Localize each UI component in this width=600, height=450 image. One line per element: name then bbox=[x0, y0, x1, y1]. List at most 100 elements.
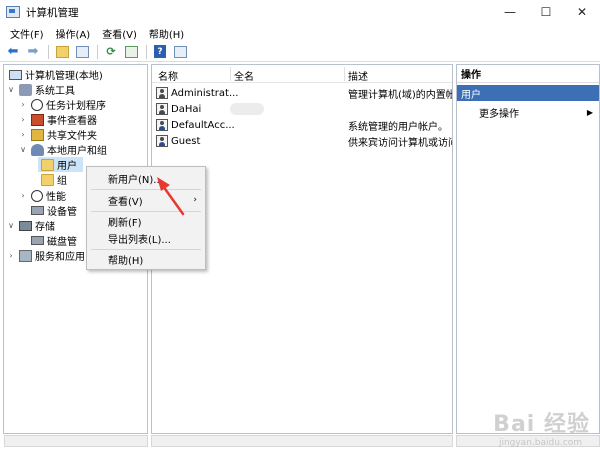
list-horizontal-scrollbar[interactable] bbox=[151, 435, 453, 447]
tree-item-services-applications[interactable]: › 服务和应用 bbox=[6, 248, 85, 263]
user-name: DefaultAcc... bbox=[171, 119, 235, 131]
folder-icon bbox=[41, 158, 54, 171]
context-menu-new-user[interactable]: 新用户(N)... bbox=[87, 169, 205, 187]
tree-item-storage[interactable]: ∨ 存储 bbox=[6, 218, 55, 233]
more-actions-item[interactable]: 更多操作 ▶ bbox=[479, 105, 597, 120]
user-description: 系统管理的用户帐户。 bbox=[348, 121, 448, 133]
tree-item-disk-management[interactable]: 磁盘管 bbox=[28, 233, 77, 248]
maximize-button[interactable]: ☐ bbox=[528, 0, 564, 24]
tree-item-label: 性能 bbox=[46, 192, 66, 203]
column-header-name[interactable]: 名称 bbox=[158, 68, 178, 83]
storage-icon bbox=[19, 220, 32, 231]
list-item[interactable]: DaHai bbox=[152, 101, 452, 117]
collapse-chevron-icon[interactable]: › bbox=[18, 100, 28, 109]
baidu-watermark: Bai 经验 bbox=[493, 412, 590, 437]
user-icon bbox=[156, 87, 168, 99]
tools-icon bbox=[19, 83, 32, 96]
toolbar-separator bbox=[146, 44, 147, 59]
shared-folder-icon bbox=[31, 128, 44, 141]
user-disabled-icon bbox=[156, 119, 168, 131]
actions-header: 操作 bbox=[457, 65, 599, 83]
column-divider[interactable] bbox=[344, 67, 345, 81]
toolbar-separator bbox=[97, 44, 98, 59]
properties-icon[interactable] bbox=[171, 44, 189, 60]
tree-item-shared-folders[interactable]: › 共享文件夹 bbox=[18, 127, 97, 142]
users-group-icon bbox=[31, 143, 44, 156]
menu-action[interactable]: 操作(A) bbox=[50, 26, 97, 41]
redacted-fullname bbox=[230, 103, 264, 115]
tree-item-label: 事件查看器 bbox=[47, 116, 97, 127]
menu-bar: 文件(F) 操作(A) 查看(V) 帮助(H) bbox=[0, 24, 600, 42]
list-item[interactable]: Guest 供来宾访问计算机或访问 bbox=[152, 133, 452, 149]
context-menu-refresh[interactable]: 刷新(F) bbox=[87, 212, 205, 230]
context-menu-export-list[interactable]: 导出列表(L)... bbox=[87, 229, 205, 247]
tree-item-performance[interactable]: › 性能 bbox=[18, 188, 66, 203]
close-button[interactable]: ✕ bbox=[564, 0, 600, 24]
tree-item-local-users-groups[interactable]: ∨ 本地用户和组 bbox=[18, 142, 107, 157]
export-icon[interactable] bbox=[122, 44, 140, 60]
back-icon[interactable]: ⬅ bbox=[4, 44, 22, 60]
submenu-arrow-icon: ▶ bbox=[586, 107, 593, 117]
disk-icon bbox=[31, 236, 44, 245]
expand-chevron-icon[interactable]: ∨ bbox=[18, 145, 28, 154]
list-item[interactable]: Administrat... 管理计算机(域)的内置帐户 bbox=[152, 85, 452, 101]
context-menu-view[interactable]: 查看(V) › bbox=[87, 191, 205, 209]
user-name: Administrat... bbox=[171, 87, 239, 99]
column-header-description[interactable]: 描述 bbox=[348, 68, 368, 83]
toolbar: ⬅ ➡ ⟳ ? bbox=[0, 42, 600, 62]
user-name: Guest bbox=[171, 135, 201, 147]
tree-item-label: 本地用户和组 bbox=[47, 146, 107, 157]
tree-item-label: 共享文件夹 bbox=[47, 131, 97, 142]
tree-item-label: 设备管 bbox=[47, 207, 77, 218]
tree-item-computer-management[interactable]: 计算机管理(本地) bbox=[6, 67, 103, 82]
toolbar-separator bbox=[48, 44, 49, 59]
expand-chevron-icon[interactable]: ∨ bbox=[6, 221, 16, 230]
menu-view[interactable]: 查看(V) bbox=[96, 26, 143, 41]
computer-icon bbox=[9, 69, 22, 80]
expand-chevron-icon[interactable]: ∨ bbox=[6, 85, 16, 94]
user-description: 供来宾访问计算机或访问 bbox=[348, 137, 452, 149]
column-header-fullname[interactable]: 全名 bbox=[234, 68, 254, 83]
menu-help[interactable]: 帮助(H) bbox=[143, 26, 190, 41]
show-hide-tree-icon[interactable] bbox=[73, 44, 91, 60]
actions-pane: 操作 用户 更多操作 ▶ bbox=[456, 64, 600, 434]
title-bar: 计算机管理 — ☐ ✕ bbox=[0, 0, 600, 24]
refresh-icon[interactable]: ⟳ bbox=[102, 44, 120, 60]
minimize-button[interactable]: — bbox=[492, 0, 528, 24]
services-icon bbox=[19, 249, 32, 262]
tree-item-task-scheduler[interactable]: › 任务计划程序 bbox=[18, 97, 106, 112]
tree-item-groups[interactable]: 组 bbox=[38, 172, 67, 187]
collapse-chevron-icon[interactable]: › bbox=[6, 251, 16, 260]
up-folder-icon[interactable] bbox=[53, 44, 71, 60]
collapse-chevron-icon[interactable]: › bbox=[18, 115, 28, 124]
tree-item-label: 服务和应用 bbox=[35, 252, 85, 263]
forward-icon[interactable]: ➡ bbox=[24, 44, 42, 60]
device-manager-icon bbox=[31, 206, 44, 215]
list-item[interactable]: DefaultAcc... 系统管理的用户帐户。 bbox=[152, 117, 452, 133]
user-disabled-icon bbox=[156, 135, 168, 147]
list-column-headers: 名称 全名 描述 bbox=[152, 65, 452, 83]
tree-item-event-viewer[interactable]: › 事件查看器 bbox=[18, 112, 97, 127]
tree-item-label: 磁盘管 bbox=[47, 237, 77, 248]
menu-file[interactable]: 文件(F) bbox=[4, 26, 50, 41]
context-menu-view-label: 查看(V) bbox=[108, 196, 143, 208]
tree-item-users[interactable]: 用户 bbox=[38, 157, 83, 172]
more-actions-label: 更多操作 bbox=[479, 108, 519, 120]
user-icon bbox=[156, 103, 168, 115]
column-divider[interactable] bbox=[230, 67, 231, 81]
tree-item-label: 计算机管理(本地) bbox=[25, 71, 103, 82]
tree-item-label: 系统工具 bbox=[35, 86, 75, 97]
window-controls: — ☐ ✕ bbox=[492, 0, 600, 24]
actions-section-users[interactable]: 用户 bbox=[457, 85, 599, 101]
baidu-watermark-url: jingyan.baidu.com bbox=[498, 438, 582, 448]
tree-item-label: 存储 bbox=[35, 222, 55, 233]
tree-item-system-tools[interactable]: ∨ 系统工具 bbox=[6, 82, 75, 97]
tree-horizontal-scrollbar[interactable] bbox=[4, 435, 148, 447]
performance-icon bbox=[31, 189, 43, 202]
collapse-chevron-icon[interactable]: › bbox=[18, 130, 28, 139]
collapse-chevron-icon[interactable]: › bbox=[18, 191, 28, 200]
context-menu-help[interactable]: 帮助(H) bbox=[87, 250, 205, 268]
help-icon[interactable]: ? bbox=[151, 44, 169, 60]
tree-item-device-manager[interactable]: 设备管 bbox=[28, 203, 77, 218]
window-title: 计算机管理 bbox=[26, 6, 79, 19]
